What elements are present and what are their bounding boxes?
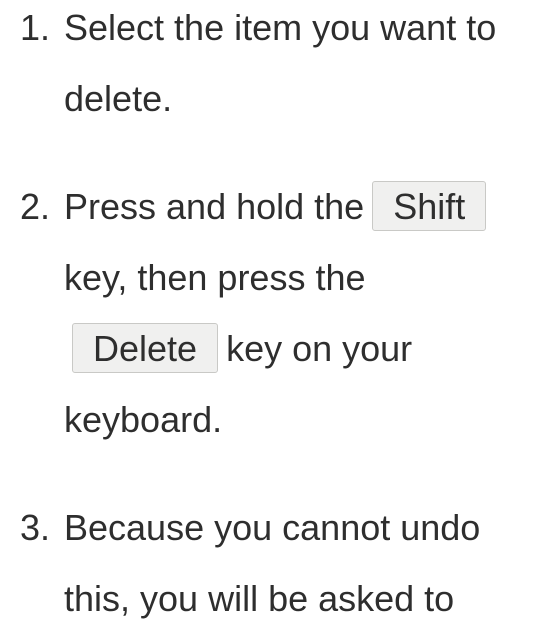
step-number: 3. bbox=[19, 507, 50, 548]
instructions-container: 1. Select the item you want to delete. 2… bbox=[0, 0, 550, 634]
list-item-step-2: 2. Press and hold the Shiftkey, then pres… bbox=[0, 171, 542, 455]
step-text: Select the item you want to delete. bbox=[64, 7, 497, 119]
delete-key: Delete bbox=[72, 323, 219, 374]
step-number: 1. bbox=[19, 7, 50, 48]
step-text: Press and hold the Shiftkey, then press t… bbox=[64, 171, 542, 455]
list-item-step-3: 3. Because you cannot undo this, you wil… bbox=[0, 492, 542, 634]
step-text-part: Press and hold the bbox=[64, 186, 365, 227]
step-text-part: key, then press the bbox=[64, 257, 366, 298]
step-number: 2. bbox=[19, 186, 50, 227]
shift-key: Shift bbox=[372, 181, 487, 232]
list-item-step-1: 1. Select the item you want to delete. bbox=[0, 0, 542, 134]
steps-list: 1. Select the item you want to delete. 2… bbox=[0, 0, 550, 634]
step-text: Because you cannot undo this, you will b… bbox=[64, 507, 481, 619]
